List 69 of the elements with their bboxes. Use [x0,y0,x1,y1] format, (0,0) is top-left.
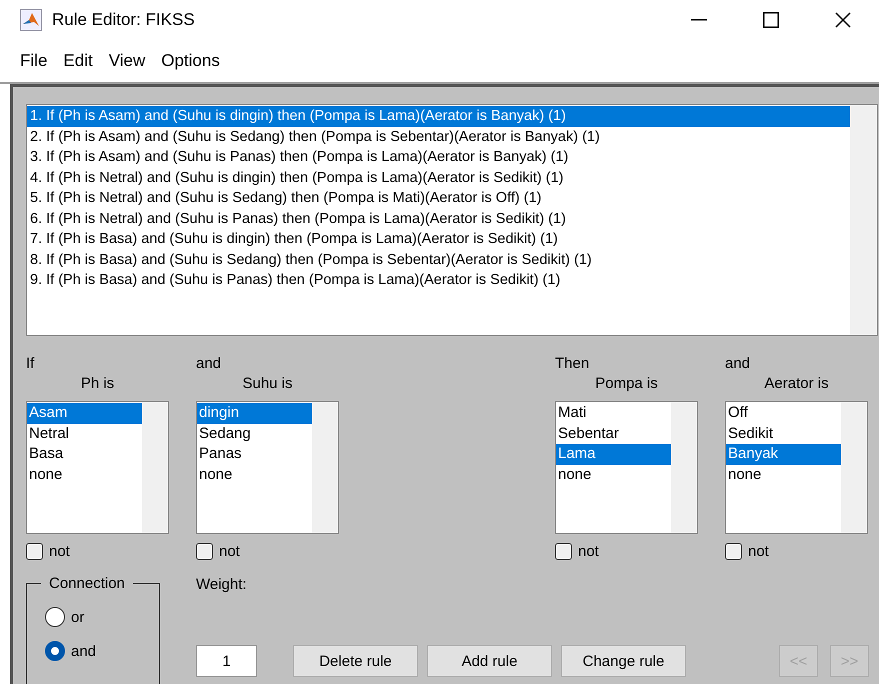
radio-button[interactable] [45,607,65,627]
scrollbar-track[interactable] [671,402,697,533]
radio-label: or [71,608,84,626]
list-item[interactable]: none [197,464,312,485]
rules-listbox[interactable] [26,104,878,336]
rule-item[interactable]: 3. If (Ph is Asam) and (Suhu is Panas) then (Pompa is Lama)(Aerator is Banyak) (1) [27,147,850,168]
rule-item[interactable]: 9. If (Ph is Basa) and (Suhu is Panas) then (Pompa is Lama)(Aerator is Sedikit) (1) [27,270,850,290]
variable-label: Aerator is [764,374,829,394]
variable-label: Suhu is [242,374,293,394]
rule-item[interactable]: 5. If (Ph is Netral) and (Suhu is Sedang) then (Pompa is Mati)(Aerator is Off) (1) [27,188,850,208]
output-listbox[interactable]: Off Sedikit Banyak none [725,401,868,534]
rule-item[interactable]: 7. If (Ph is Basa) and (Suhu is dingin) then (Pompa is Lama)(Aerator is Sedikit) (1) [27,229,850,250]
rule-item[interactable]: 6. If (Ph is Netral) and (Suhu is Panas) then (Pompa is Lama)(Aerator is Sedikit) (1) [27,208,850,229]
list-item[interactable]: Basa [27,444,142,464]
list-item[interactable]: dingin [197,403,312,424]
scrollbar-track[interactable] [841,402,867,533]
list-item[interactable]: Asam [27,403,142,424]
input-listbox[interactable]: Asam Netral Basa none [26,401,169,534]
menu-item[interactable]: File [12,47,56,75]
not-checkbox[interactable] [725,542,742,560]
radio-label: and [71,642,96,660]
output-listbox[interactable]: Mati Sebentar Lama none [555,401,698,534]
list-item[interactable]: none [556,464,671,485]
menu-item[interactable]: View [100,47,154,75]
not-label: not [49,542,70,560]
close-icon[interactable] [835,12,851,28]
rule-item[interactable]: 4. If (Ph is Netral) and (Suhu is dingin) then (Pompa is Lama)(Aerator is Sedikit) (1) [27,168,850,188]
rule-button[interactable]: Change rule [561,645,686,677]
list-item[interactable]: Mati [556,403,671,424]
scrollbar-track[interactable] [142,402,168,533]
weight-field[interactable]: 1 [196,645,257,677]
rule-button[interactable]: Add rule [427,645,552,677]
rule-item[interactable]: 1. If (Ph is Asam) and (Suhu is dingin) then (Pompa is Lama)(Aerator is Banyak) (1) [27,106,850,126]
radio-button[interactable] [45,641,65,661]
menu-item[interactable]: Options [153,47,228,75]
column-heading: Then [555,354,590,374]
rule-item[interactable]: 2. If (Ph is Asam) and (Suhu is Sedang) then (Pompa is Sebentar)(Aerator is Banyak) (1) [27,126,850,147]
list-item[interactable]: Panas [197,444,312,464]
not-checkbox[interactable] [555,542,572,560]
not-label: not [219,542,240,560]
not-label: not [578,542,599,560]
not-checkbox[interactable] [196,542,213,560]
scrollbar-track[interactable] [850,105,877,335]
list-item[interactable]: Off [726,403,841,424]
list-item[interactable]: Sedikit [726,424,841,444]
list-item[interactable]: Banyak [726,444,841,464]
not-checkbox[interactable] [26,542,43,560]
app-logo-icon [20,9,42,31]
minimize-icon[interactable] [691,19,707,21]
maximize-icon[interactable] [763,12,779,28]
list-item[interactable]: Sedang [197,424,312,444]
scrollbar-track[interactable] [312,402,338,533]
rule-button[interactable]: Delete rule [293,645,418,677]
column-heading: and [196,354,222,374]
list-item[interactable]: none [726,464,841,485]
variable-label: Pompa is [595,374,658,394]
column-heading: and [725,354,750,374]
weight-label: Weight: [196,577,247,595]
column-heading: If [26,354,34,374]
rule-item[interactable]: 8. If (Ph is Basa) and (Suhu is Sedang) then (Pompa is Sebentar)(Aerator is Sedikit) (1) [27,250,850,270]
input-listbox[interactable]: dingin Sedang Panas none [196,401,339,534]
not-label: not [748,542,769,560]
list-item[interactable]: Sebentar [556,424,671,444]
variable-label: Ph is [80,374,114,394]
window-title: Rule Editor: FIKSS [52,10,196,30]
list-item[interactable]: Netral [27,424,142,444]
list-item[interactable]: Lama [556,444,671,464]
menu-item[interactable]: Edit [55,47,101,75]
list-item[interactable]: none [27,464,142,485]
